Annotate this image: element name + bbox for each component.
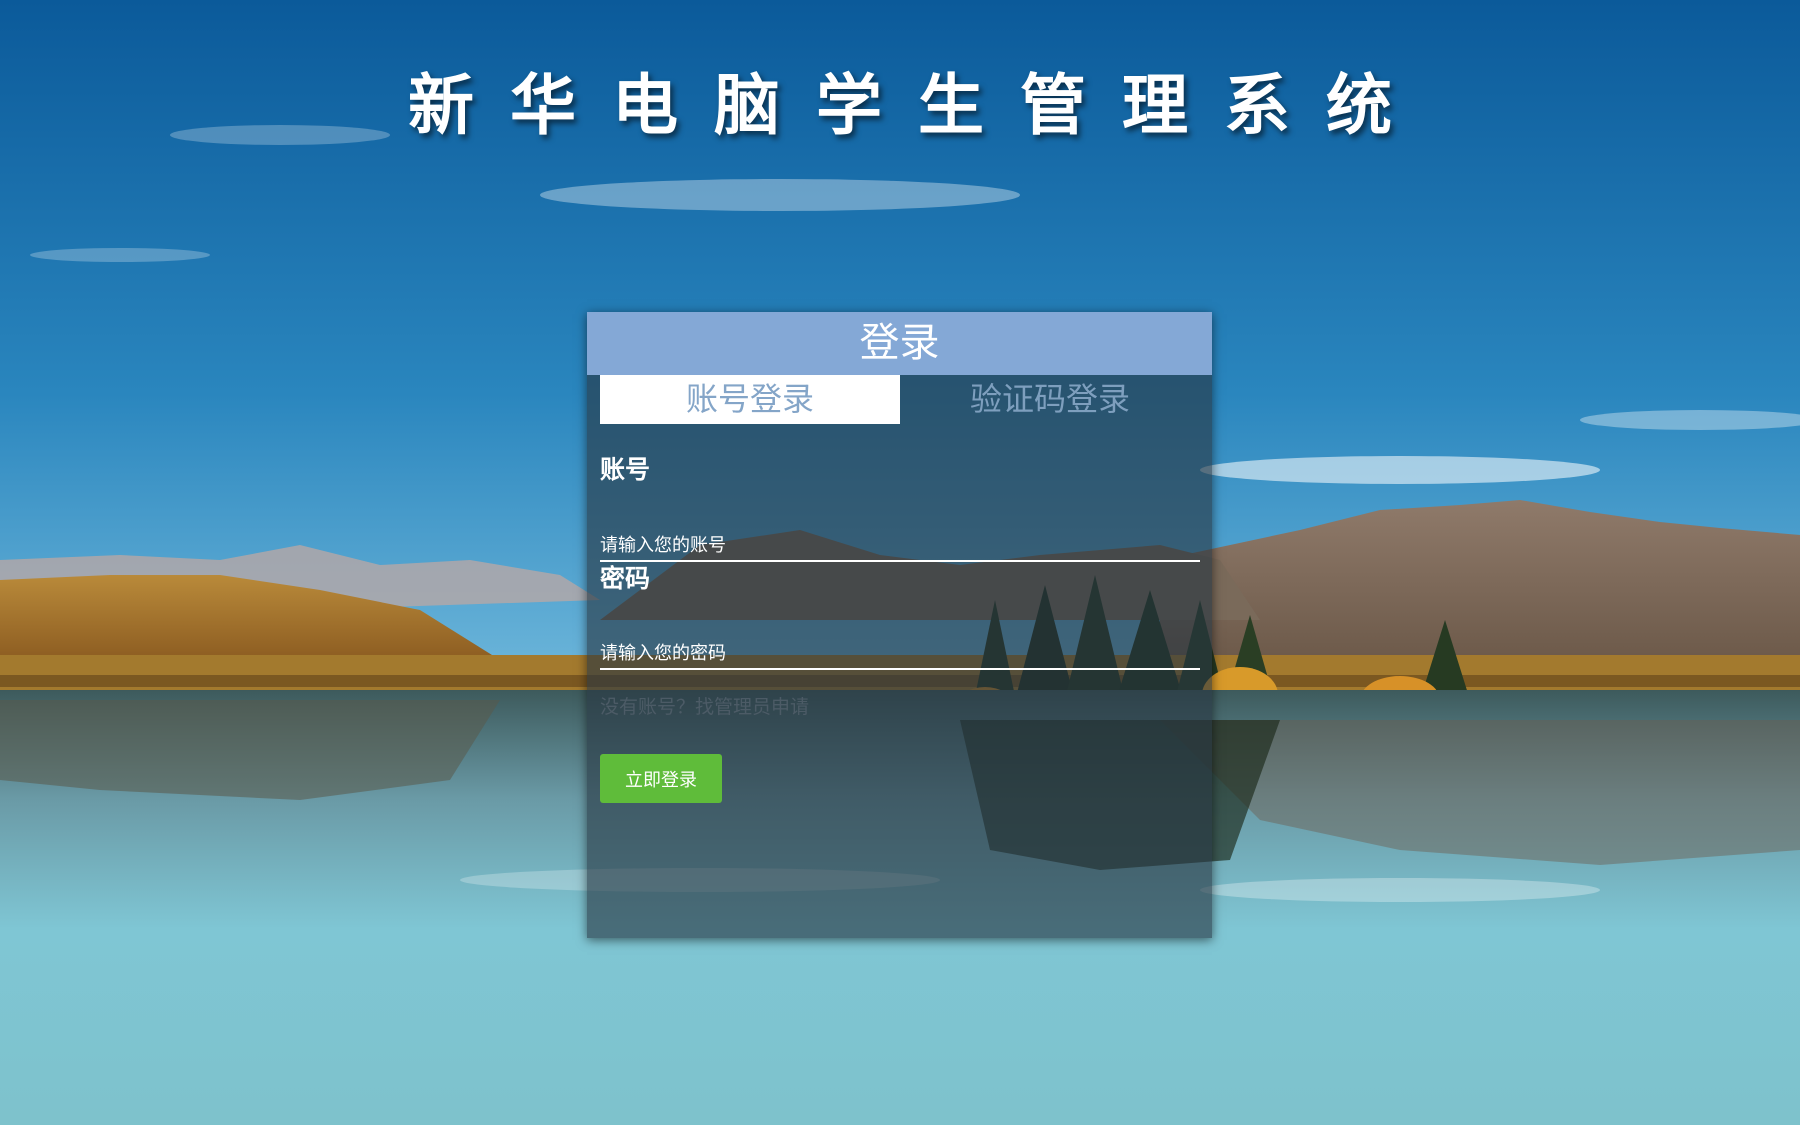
account-input[interactable]	[600, 532, 1200, 562]
login-header: 登录	[587, 312, 1212, 375]
apply-account-link[interactable]: 没有账号？找管理员申请	[600, 692, 809, 719]
login-tabs: 账号登录 验证码登录	[600, 375, 1200, 424]
app-title: 新华电脑学生管理系统	[408, 67, 1428, 144]
login-panel: 登录 账号登录 验证码登录 账号 密码 没有账号？找管理员申请 立即登录	[587, 312, 1212, 938]
password-input[interactable]	[600, 640, 1200, 670]
tab-account-login[interactable]: 账号登录	[600, 375, 900, 424]
password-label: 密码	[600, 564, 651, 593]
login-submit-button[interactable]: 立即登录	[600, 754, 722, 803]
tab-code-login[interactable]: 验证码登录	[900, 375, 1200, 424]
account-label: 账号	[600, 455, 651, 484]
